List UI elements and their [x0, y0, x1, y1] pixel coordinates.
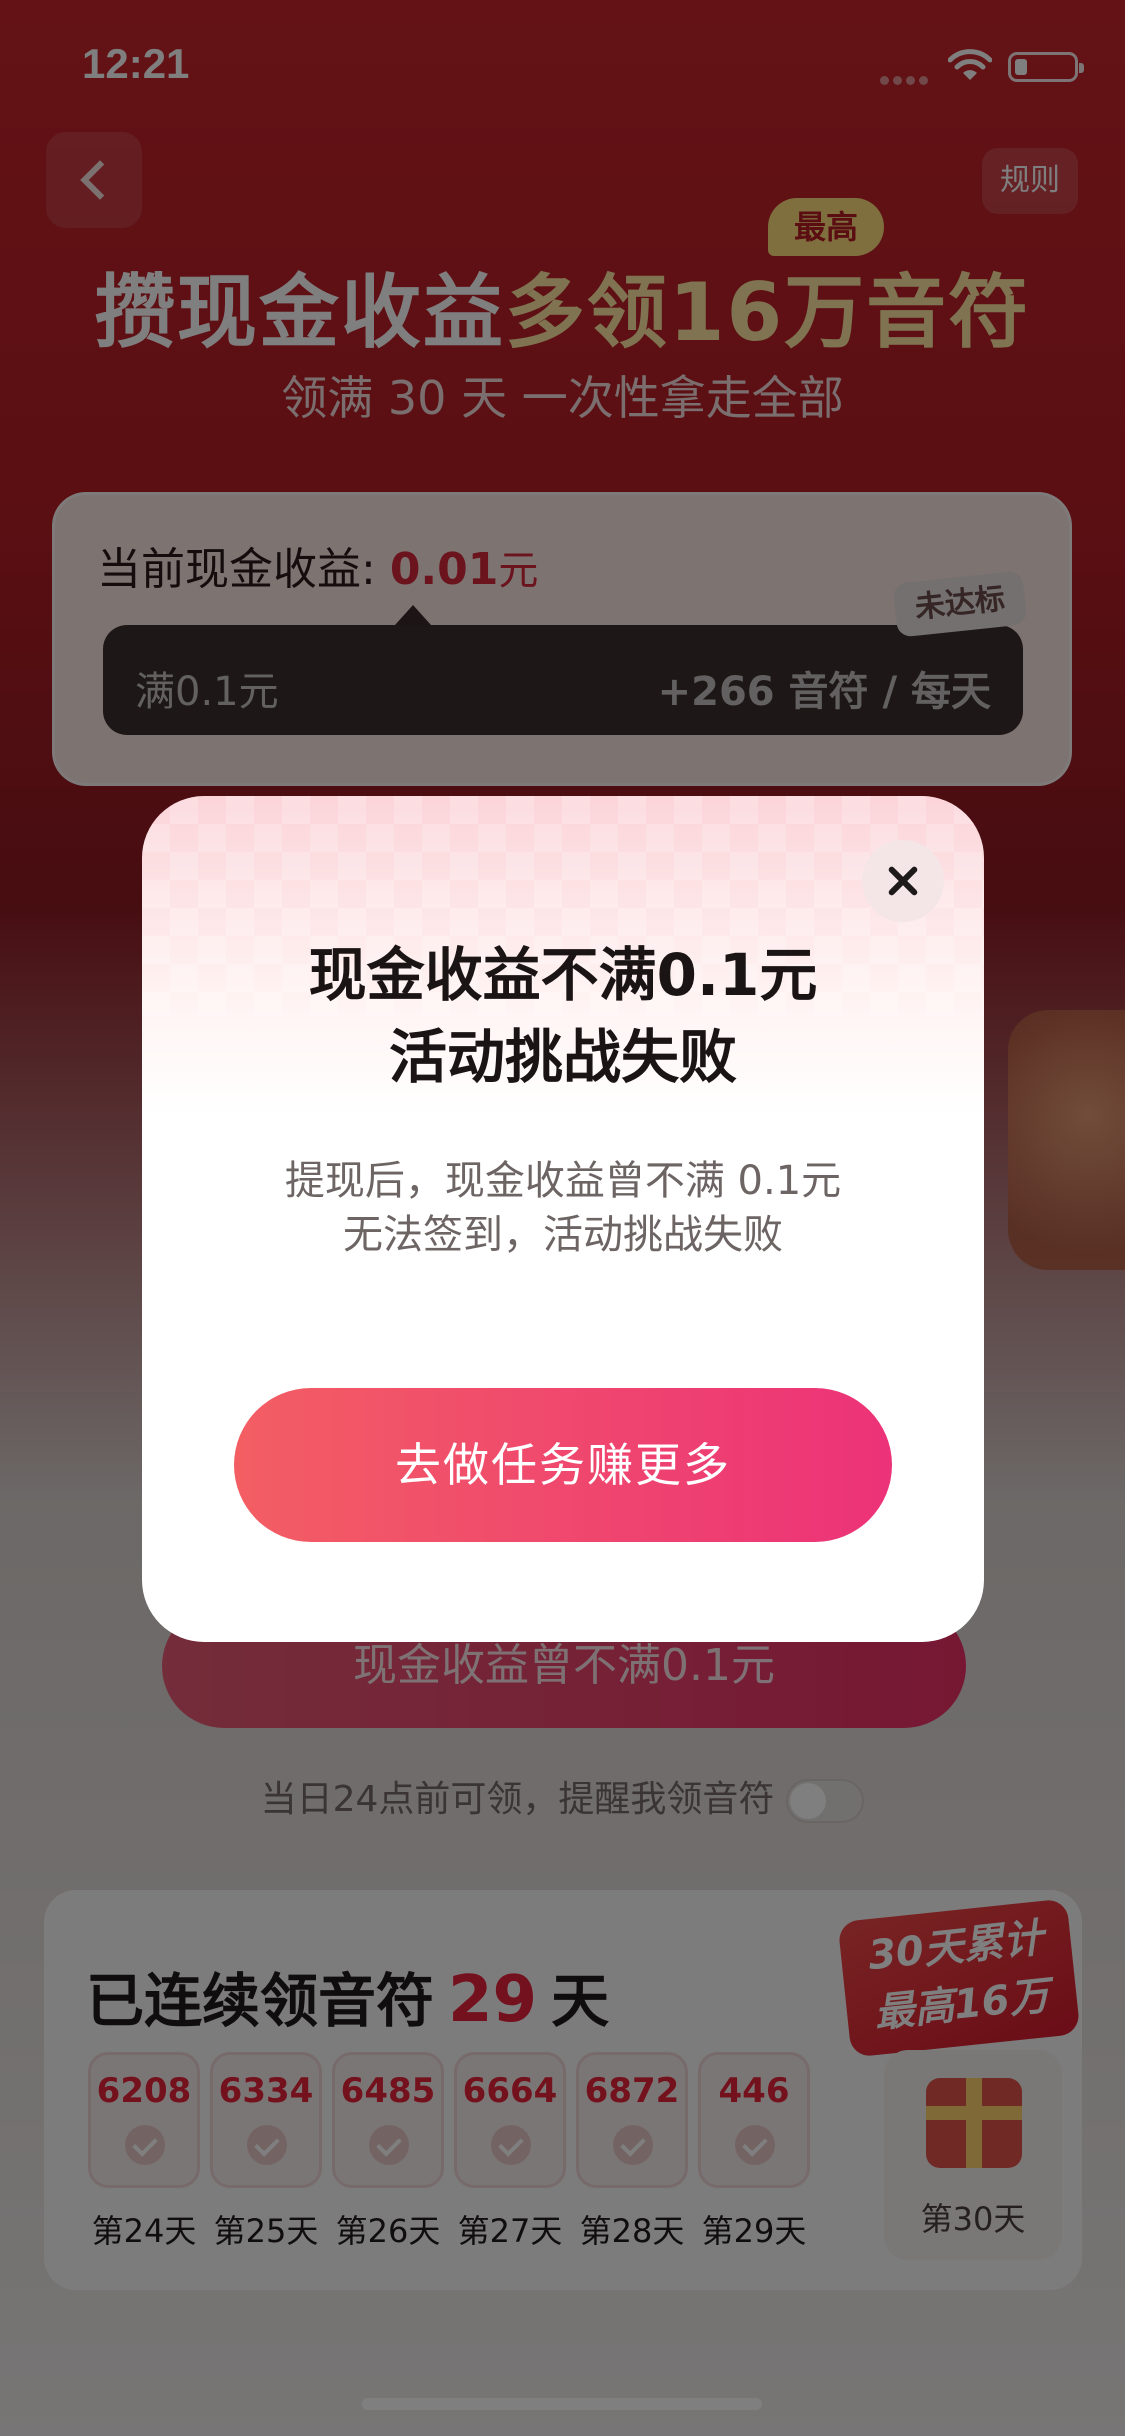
dialog-description: 提现后，现金收益曾不满 0.1元 无法签到，活动挑战失败	[142, 1154, 984, 1262]
close-icon[interactable]	[862, 840, 944, 922]
challenge-failed-dialog: 现金收益不满0.1元 活动挑战失败 提现后，现金收益曾不满 0.1元 无法签到，…	[142, 796, 984, 1642]
dialog-title-line1: 现金收益不满0.1元	[308, 941, 818, 1009]
dialog-title-line2: 活动挑战失败	[388, 1023, 737, 1091]
dialog-desc-line1: 提现后，现金收益曾不满 0.1元	[284, 1158, 842, 1204]
do-tasks-button[interactable]: 去做任务赚更多	[234, 1388, 892, 1542]
dialog-title: 现金收益不满0.1元 活动挑战失败	[142, 934, 984, 1098]
dialog-desc-line2: 无法签到，活动挑战失败	[343, 1212, 783, 1258]
